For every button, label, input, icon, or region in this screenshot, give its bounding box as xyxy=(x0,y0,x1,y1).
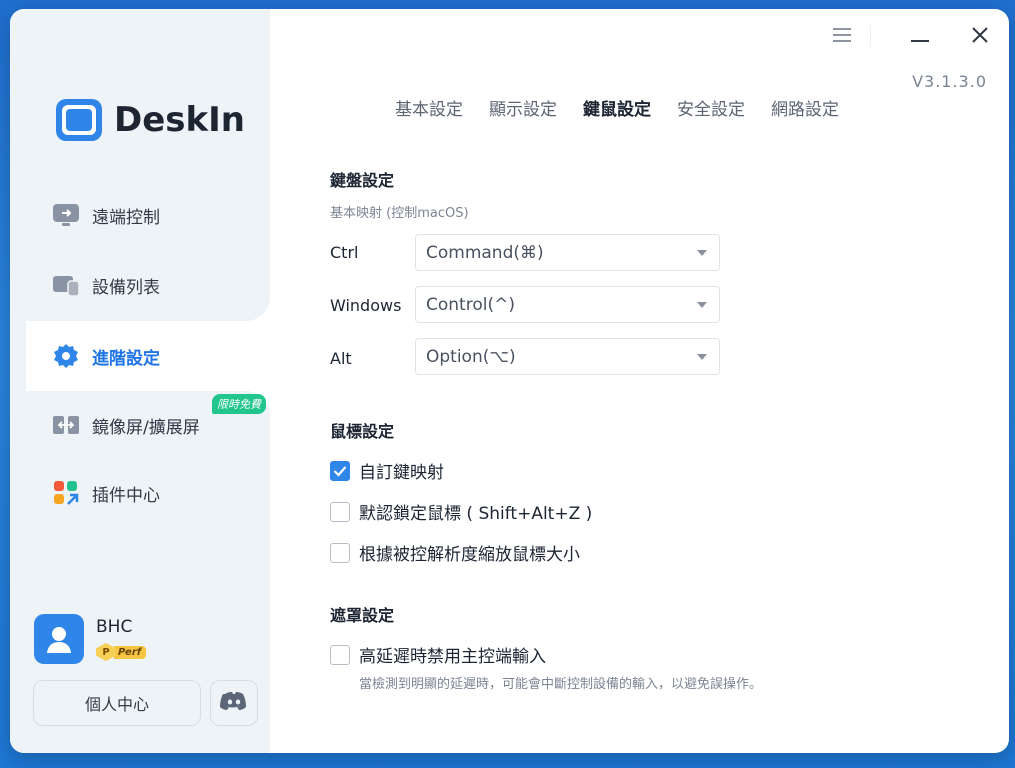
control-divider xyxy=(870,25,871,47)
sidebar-item-advanced-settings[interactable]: 進階設定 xyxy=(26,321,270,391)
checkbox-label: 高延遲時禁用主控端輸入 xyxy=(359,647,546,667)
select-value: Option(⌥) xyxy=(426,346,516,367)
close-button[interactable] xyxy=(966,23,994,51)
tab-keyboard-mouse[interactable]: 鍵鼠設定 xyxy=(583,95,651,120)
custom-key-mapping-option[interactable]: 自訂鍵映射 xyxy=(330,458,444,483)
discord-icon xyxy=(220,691,248,715)
latency-hint: 當檢測到明顯的延遲時，可能會中斷控制設備的輸入，以避免誤操作。 xyxy=(359,677,763,692)
discord-button[interactable] xyxy=(210,680,258,726)
app-window: V3.1.3.0 DeskIn 遠端控制 設備列表 進階設定 鏡像屏/擴展屏 限… xyxy=(10,9,1009,753)
sidebar-item-label: 遠端控制 xyxy=(92,207,160,228)
windows-label: Windows xyxy=(330,296,402,315)
checkbox-label: 自訂鍵映射 xyxy=(359,463,444,483)
tab-display[interactable]: 顯示設定 xyxy=(489,95,557,120)
sidebar-item-label: 鏡像屏/擴展屏 xyxy=(92,417,200,438)
select-value: Command(⌘) xyxy=(426,242,544,263)
chevron-down-icon xyxy=(697,353,707,360)
plugin-icon xyxy=(52,480,80,506)
checkbox[interactable] xyxy=(330,460,350,481)
keyboard-section-title: 鍵盤設定 xyxy=(330,171,395,190)
check-icon xyxy=(333,465,347,477)
alt-label: Alt xyxy=(330,349,352,368)
user-info: BHC P Perf xyxy=(96,614,147,664)
checkbox-label: 根據被控解析度縮放鼠標大小 xyxy=(359,545,580,565)
settings-tabs: 基本設定 顯示設定 鍵鼠設定 安全設定 網路設定 xyxy=(395,95,865,120)
close-icon xyxy=(971,26,989,48)
tab-network[interactable]: 網路設定 xyxy=(771,95,839,120)
sidebar-item-remote-control[interactable]: 遠端控制 xyxy=(26,180,270,250)
avatar[interactable] xyxy=(34,614,84,664)
app-logo: DeskIn xyxy=(54,96,245,144)
hamburger-icon xyxy=(832,27,852,47)
checkbox[interactable] xyxy=(330,644,350,665)
deskin-logo-icon xyxy=(54,96,104,144)
sidebar-item-label: 進階設定 xyxy=(92,348,160,369)
tab-security[interactable]: 安全設定 xyxy=(677,95,745,120)
plan-badge-label: Perf xyxy=(114,645,147,659)
mirror-screen-icon xyxy=(52,412,80,438)
windows-mapping-select[interactable]: Control(^) xyxy=(415,286,720,323)
sidebar-item-label: 插件中心 xyxy=(92,485,160,506)
remote-control-icon xyxy=(52,202,80,228)
free-badge: 限時免費 xyxy=(212,394,266,414)
minimize-icon xyxy=(910,28,930,47)
alt-mapping-select[interactable]: Option(⌥) xyxy=(415,338,720,375)
sidebar-item-label: 設備列表 xyxy=(92,277,160,298)
lock-mouse-option[interactable]: 默認鎖定鼠標 ( Shift+Alt+Z ) xyxy=(330,499,592,524)
disable-input-on-latency-option[interactable]: 高延遲時禁用主控端輸入 xyxy=(330,642,546,667)
mouse-section-title: 鼠標設定 xyxy=(330,422,395,441)
sidebar-item-device-list[interactable]: 設備列表 xyxy=(26,250,270,320)
app-name: DeskIn xyxy=(114,100,245,140)
tab-basic[interactable]: 基本設定 xyxy=(395,95,463,120)
checkbox[interactable] xyxy=(330,501,350,522)
sidebar-item-plugin-center[interactable]: 插件中心 xyxy=(26,458,270,528)
plan-badge-letter: P xyxy=(96,643,116,661)
chevron-down-icon xyxy=(697,249,707,256)
user-profile[interactable]: BHC P Perf xyxy=(34,614,147,664)
checkbox[interactable] xyxy=(330,542,350,563)
menu-button[interactable] xyxy=(828,23,856,51)
mask-section-title: 遮罩設定 xyxy=(330,606,395,625)
app-version: V3.1.3.0 xyxy=(912,72,987,91)
user-name: BHC xyxy=(96,617,133,637)
checkbox-label: 默認鎖定鼠標 ( Shift+Alt+Z ) xyxy=(359,504,593,524)
chevron-down-icon xyxy=(697,301,707,308)
device-list-icon xyxy=(52,272,80,298)
ctrl-mapping-select[interactable]: Command(⌘) xyxy=(415,234,720,271)
ctrl-label: Ctrl xyxy=(330,243,359,262)
gear-icon xyxy=(52,343,80,369)
sidebar-middle xyxy=(10,321,26,391)
plan-badge: P Perf xyxy=(96,643,147,661)
personal-center-button[interactable]: 個人中心 xyxy=(33,680,201,726)
select-value: Control(^) xyxy=(426,294,515,315)
minimize-button[interactable] xyxy=(906,23,934,51)
scale-cursor-option[interactable]: 根據被控解析度縮放鼠標大小 xyxy=(330,540,580,565)
mapping-note: 基本映射 (控制macOS) xyxy=(330,206,469,221)
